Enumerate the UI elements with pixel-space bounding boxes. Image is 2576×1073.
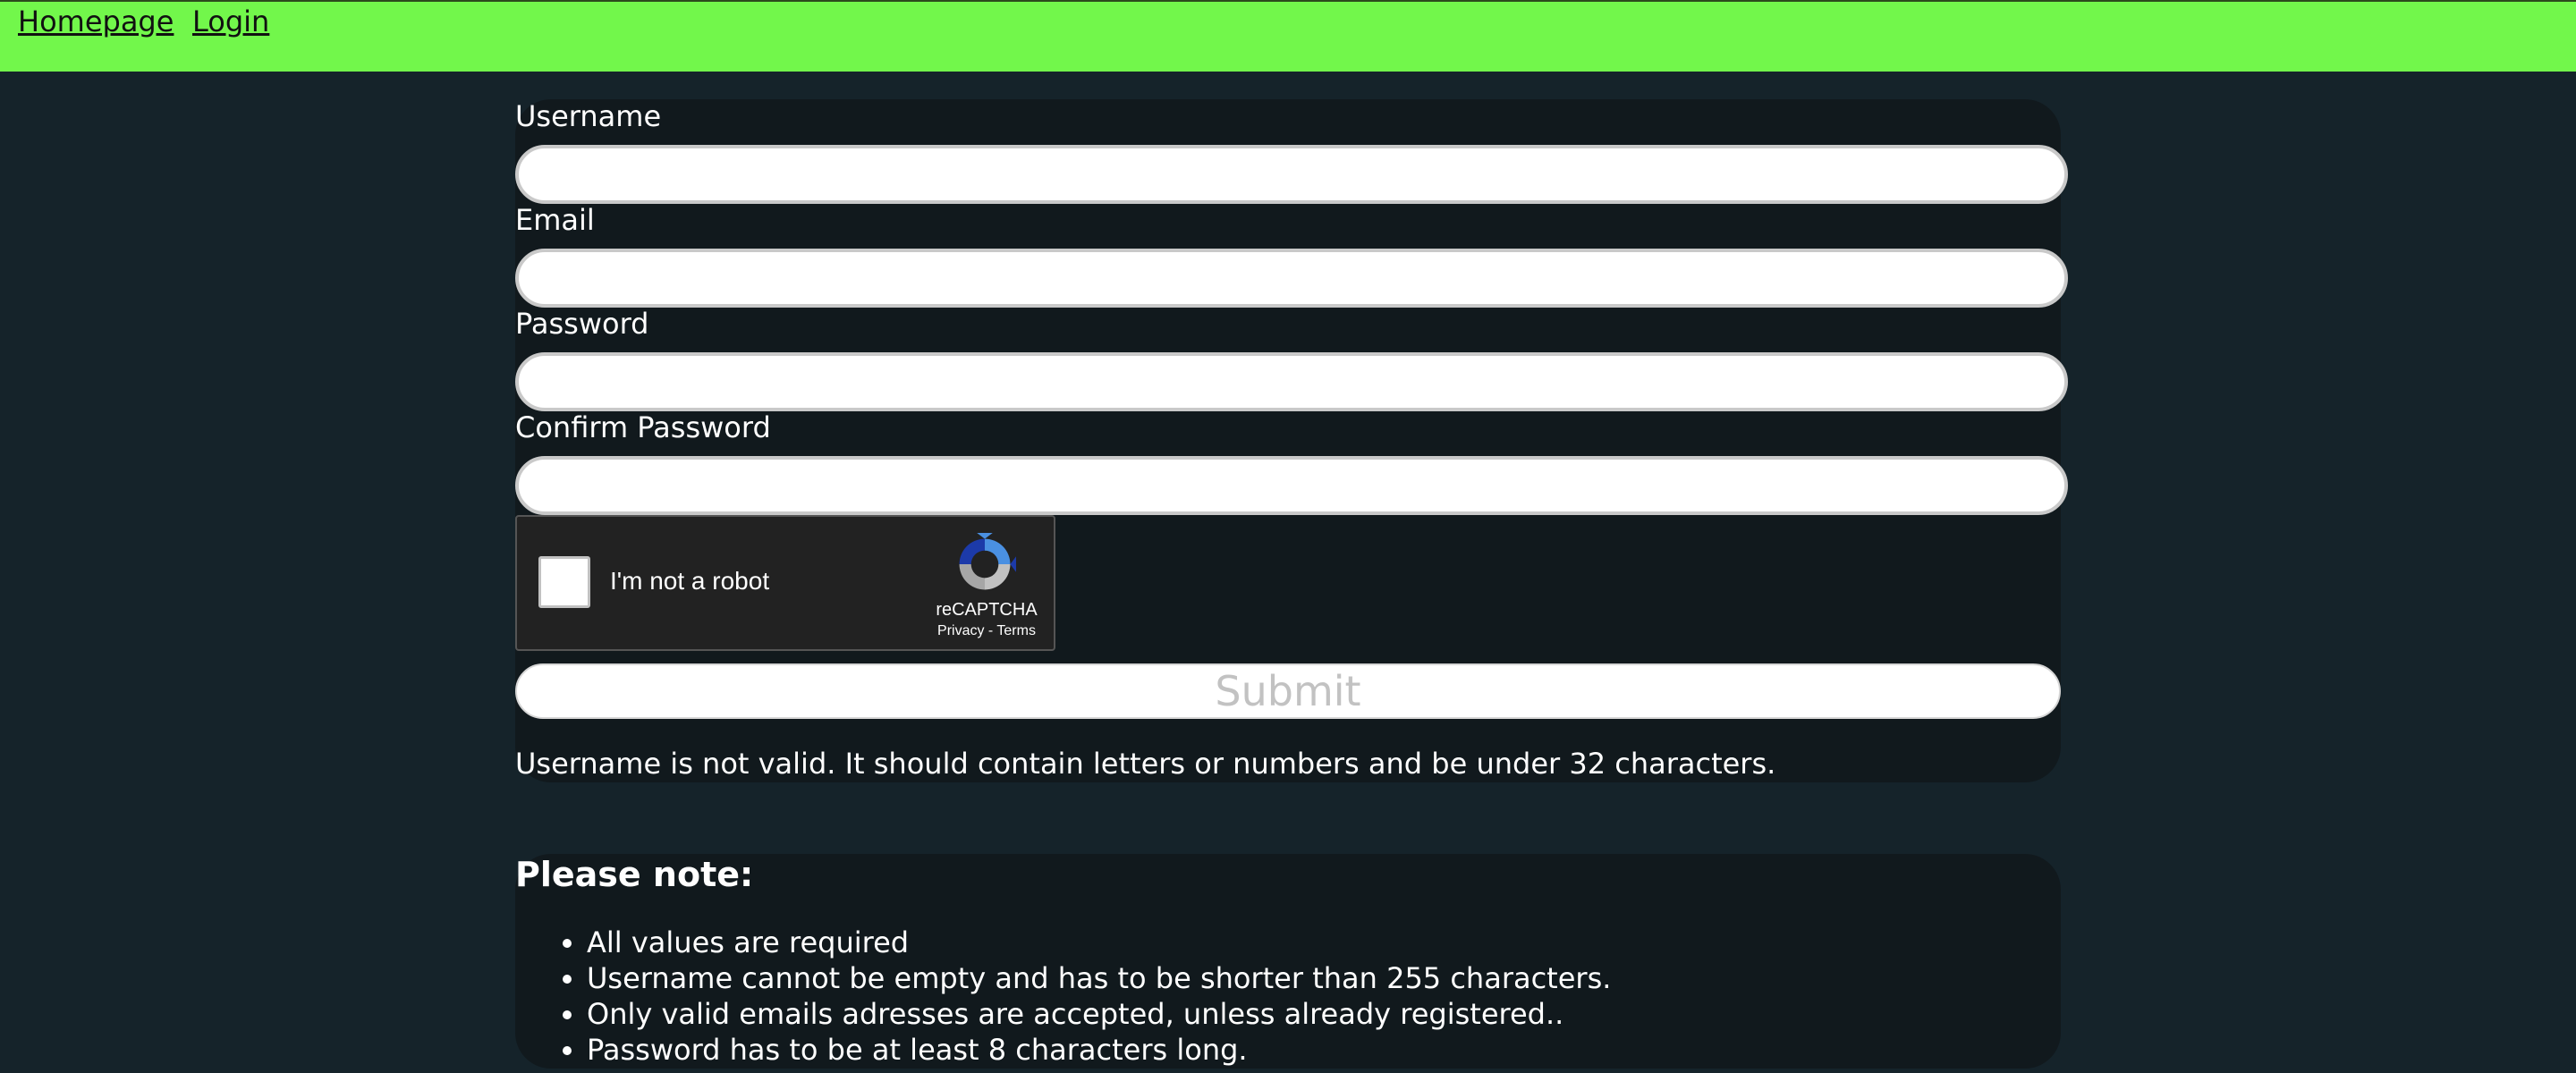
username-error-message: Username is not valid. It should contain… xyxy=(515,747,1776,781)
recaptcha-logo-icon xyxy=(959,533,1016,590)
recaptcha-brand-text: reCAPTCHA xyxy=(936,600,1038,620)
recaptcha-links-separator: - xyxy=(984,623,997,638)
note-item: Password has to be at least 8 characters… xyxy=(587,1032,1611,1068)
recaptcha-label: I'm not a robot xyxy=(610,567,770,595)
top-navigation-bar: Homepage Login xyxy=(0,0,2576,72)
notes-title: Please note: xyxy=(515,855,754,894)
note-item: All values are required xyxy=(587,925,1611,960)
nav-link-login[interactable]: Login xyxy=(192,4,269,39)
email-input[interactable] xyxy=(515,249,2068,308)
submit-button[interactable]: Submit xyxy=(515,663,2061,719)
recaptcha-checkbox[interactable] xyxy=(538,556,590,608)
recaptcha-terms-link[interactable]: Terms xyxy=(996,623,1036,638)
email-label: Email xyxy=(515,203,595,237)
username-label: Username xyxy=(515,99,662,133)
recaptcha-privacy-link[interactable]: Privacy xyxy=(937,623,984,638)
recaptcha-links: Privacy - Terms xyxy=(911,622,1063,640)
confirm-password-input[interactable] xyxy=(515,456,2068,515)
note-item: Only valid emails adresses are accepted,… xyxy=(587,996,1611,1032)
confirm-password-label: Confirm Password xyxy=(515,410,771,444)
password-label: Password xyxy=(515,307,649,341)
username-input[interactable] xyxy=(515,145,2068,204)
password-input[interactable] xyxy=(515,352,2068,411)
note-item: Username cannot be empty and has to be s… xyxy=(587,960,1611,996)
recaptcha-widget: I'm not a robot reCAPTCHA Privacy - Term… xyxy=(515,515,1055,651)
nav-link-homepage[interactable]: Homepage xyxy=(18,4,174,39)
notes-list: All values are required Username cannot … xyxy=(515,925,1611,1068)
